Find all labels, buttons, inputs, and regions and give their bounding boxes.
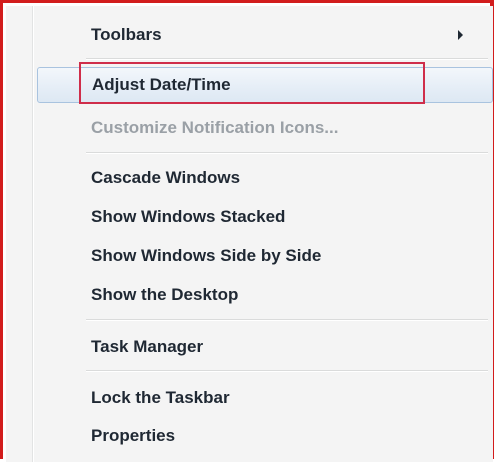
menu-item-label: Cascade Windows (91, 168, 241, 187)
menu-item-properties[interactable]: Properties (6, 418, 493, 454)
menu-separator (86, 370, 488, 372)
menu-item-cascade-windows[interactable]: Cascade Windows (6, 160, 493, 196)
menu-item-label: Show Windows Side by Side (91, 246, 322, 265)
menu-separator (86, 152, 488, 154)
menu-item-label: Task Manager (91, 337, 204, 356)
screenshot-frame: Toolbars Adjust Date/Time Customize Noti… (0, 0, 494, 462)
menu-item-label: Lock the Taskbar (91, 388, 230, 407)
menu-item-show-windows-stacked[interactable]: Show Windows Stacked (6, 199, 493, 235)
chevron-right-icon (458, 30, 463, 40)
annotation-highlight-box (79, 62, 425, 104)
menu-item-label: Show the Desktop (91, 285, 239, 304)
menu-separator (86, 319, 488, 321)
menu-item-customize-notification-icons: Customize Notification Icons... (6, 110, 493, 146)
menu-item-label: Toolbars (91, 25, 162, 44)
menu-item-show-the-desktop[interactable]: Show the Desktop (6, 277, 493, 313)
menu-item-show-windows-side-by-side[interactable]: Show Windows Side by Side (6, 238, 493, 274)
menu-item-toolbars[interactable]: Toolbars (6, 17, 493, 53)
menu-item-label: Properties (91, 426, 176, 445)
menu-item-task-manager[interactable]: Task Manager (6, 329, 493, 365)
menu-item-lock-the-taskbar[interactable]: Lock the Taskbar (6, 380, 493, 416)
menu-item-label: Customize Notification Icons... (91, 118, 339, 137)
menu-separator (86, 58, 488, 60)
menu-item-label: Show Windows Stacked (91, 207, 286, 226)
